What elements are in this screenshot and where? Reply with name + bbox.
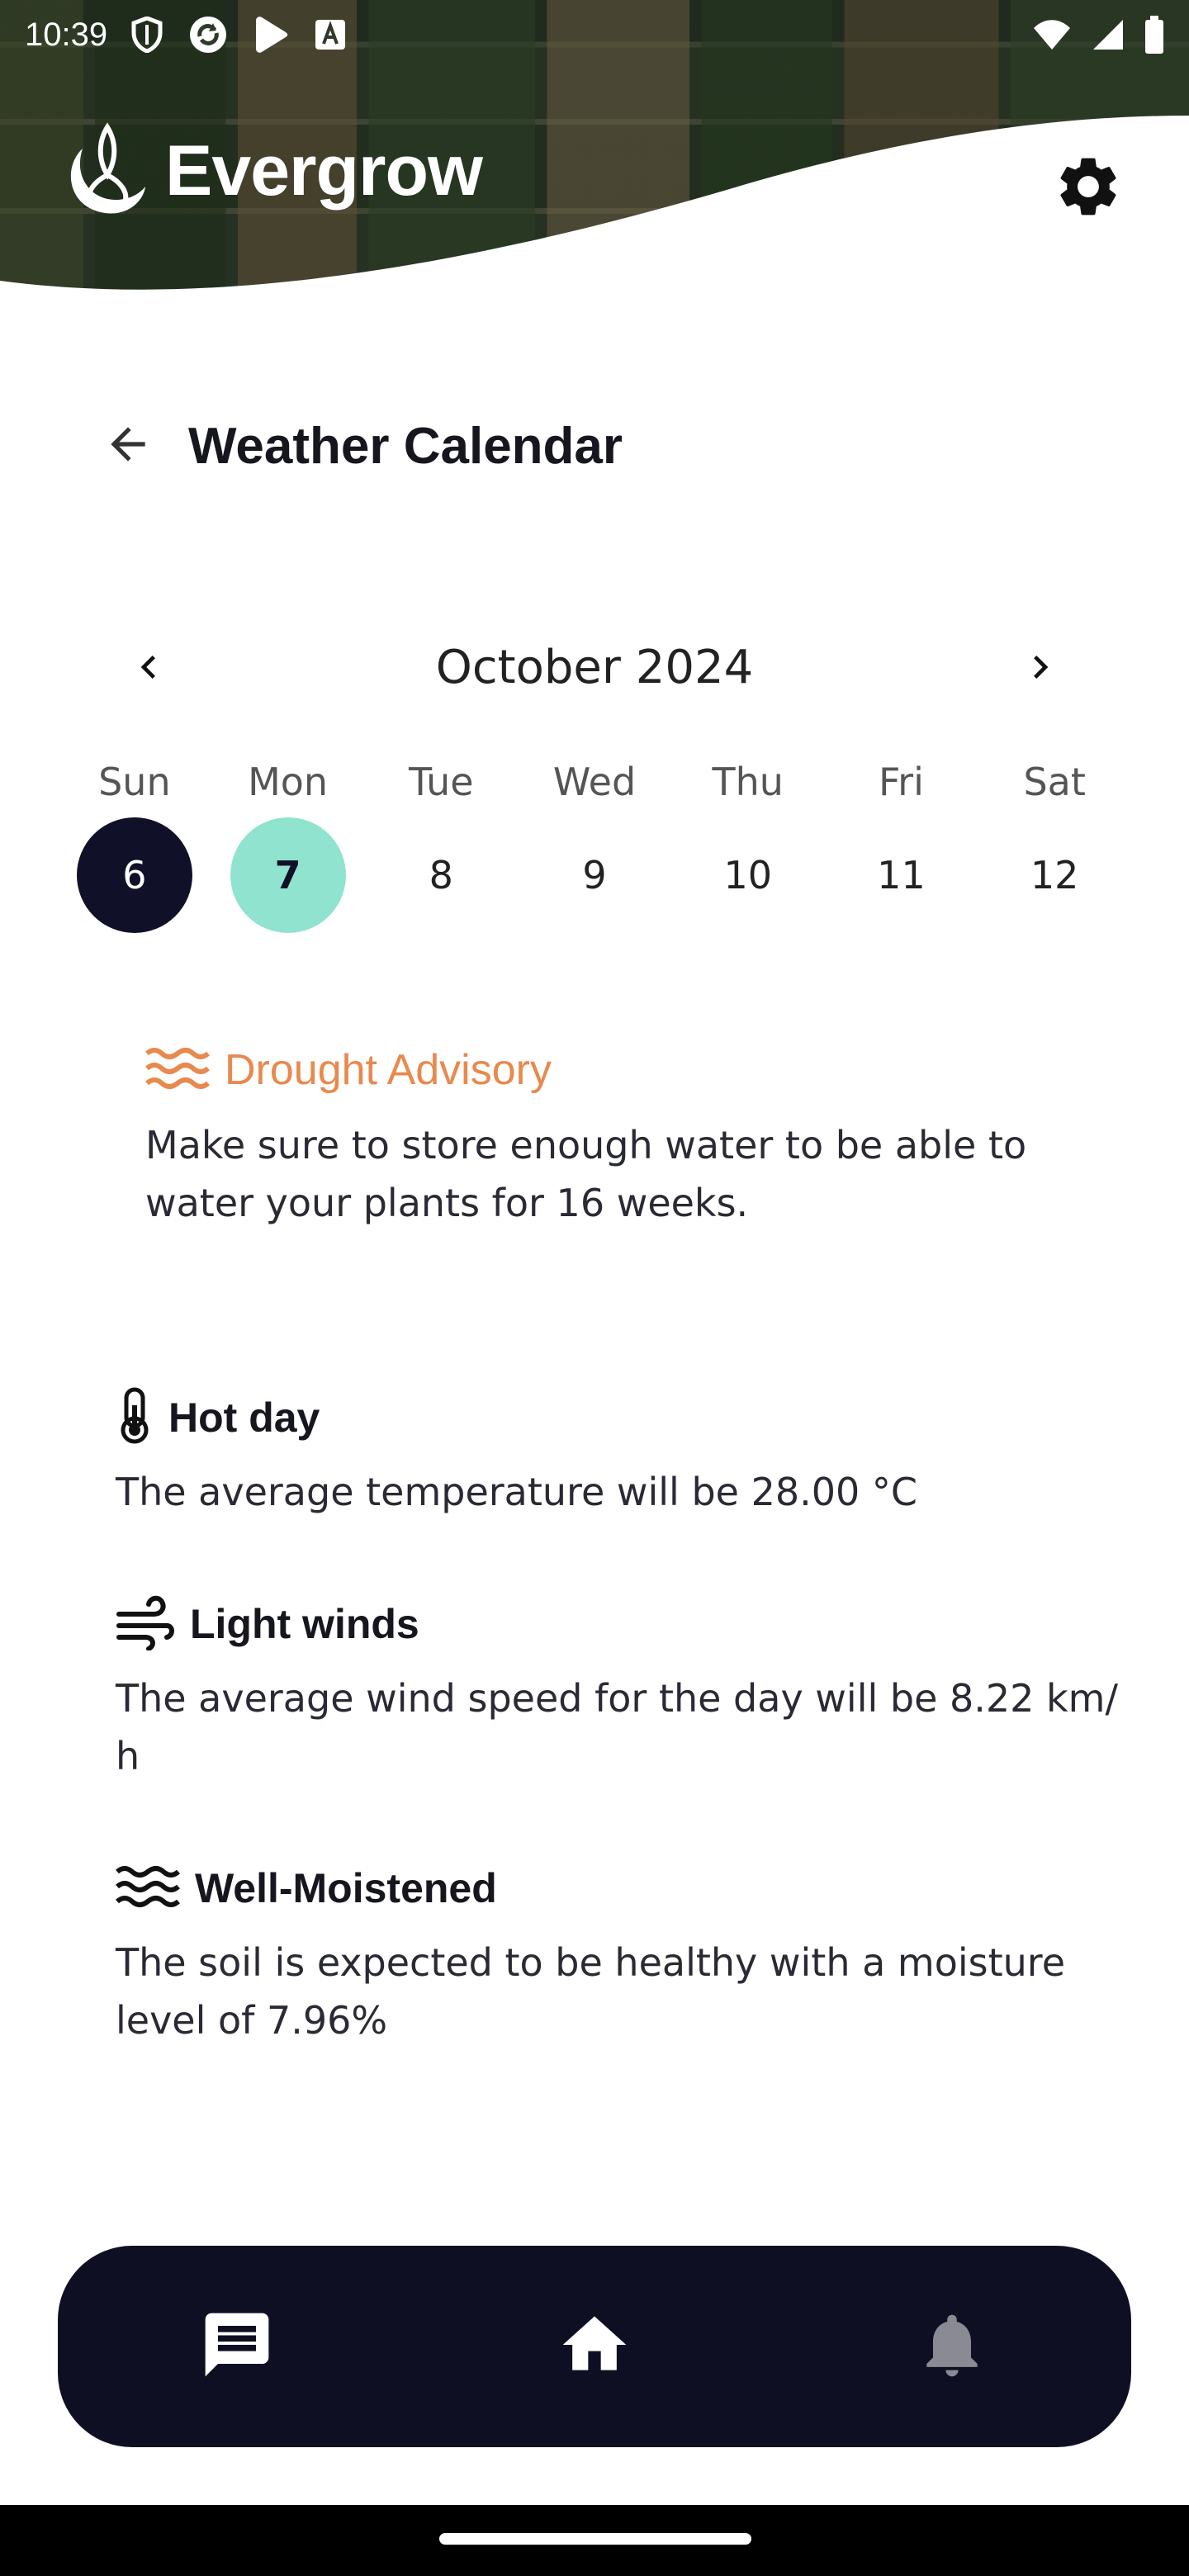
chat-icon [199,2307,275,2386]
calendar-header: October 2024 [116,627,1073,710]
advisory-title: Drought Advisory [225,1046,552,1094]
day-cell[interactable]: 10 [690,817,806,933]
signal-icon [1092,18,1125,51]
arrow-back-icon [102,419,154,473]
evergrow-logo-icon [58,116,149,226]
gesture-handle[interactable] [439,2533,751,2545]
section-title: Well-Moistened [195,1865,497,1911]
weekday-label: Mon [248,760,329,804]
nav-home-button[interactable] [528,2280,661,2413]
wind-icon [116,1594,175,1654]
nav-chat-button[interactable] [171,2280,303,2413]
day-cell[interactable]: 8 [383,817,499,933]
nav-notifications-button[interactable] [886,2280,1018,2413]
weekday-row: Sun Mon Tue Wed Thu Fri Sat [58,760,1131,804]
font-icon [314,18,347,51]
day-cell[interactable]: 12 [997,817,1112,933]
day-cell[interactable]: 11 [843,817,959,933]
weekday-label: Fri [879,760,924,804]
calendar-month-label: October 2024 [435,641,754,694]
brand: Evergrow [58,116,483,226]
day-row: 6 7 8 9 10 11 12 [58,817,1131,933]
waves-icon [145,1045,210,1095]
back-button[interactable] [91,409,165,483]
status-bar: 10:39 [0,0,1189,69]
waves-icon [116,1863,180,1913]
section-title: Light winds [190,1601,419,1647]
section-hot-day: Hot day The average temperature will be … [116,1380,1139,1521]
weekday-label: Sat [1023,760,1086,804]
status-time: 10:39 [25,16,108,53]
weekday-label: Tue [409,760,474,804]
day-cell-selected[interactable]: 6 [76,817,192,933]
weekday-label: Thu [712,760,784,804]
sync-icon [188,15,228,54]
section-light-winds: Light winds The average wind speed for t… [116,1587,1139,1785]
day-cell-today[interactable]: 7 [230,817,346,933]
next-week-button[interactable] [1007,636,1073,702]
section-text: The average wind speed for the day will … [116,1676,1118,1778]
wifi-icon [1032,18,1072,51]
day-cell[interactable]: 9 [537,817,652,933]
drought-advisory: Drought Advisory Make sure to store enou… [145,1037,1078,1232]
title-row: Weather Calendar [91,405,623,487]
settings-button[interactable] [1049,149,1128,228]
section-title: Hot day [168,1395,320,1441]
gear-icon [1053,151,1124,225]
weather-calendar-screen: 10:39 Evergrow Weather Calendar October … [0,0,1189,2576]
shield-icon [130,17,163,53]
home-icon [557,2307,632,2386]
section-text: The soil is expected to be healthy with … [116,1940,1065,2043]
weekday-label: Sun [98,760,171,804]
thermometer-icon [116,1387,154,1448]
bell-icon [914,2307,990,2386]
play-store-icon [253,16,289,54]
header-banner: 10:39 Evergrow [0,0,1189,297]
advisory-text: Make sure to store enough water to be ab… [145,1123,1027,1225]
app-title: Evergrow [165,130,483,211]
section-text: The average temperature will be 28.00 °C [116,1470,918,1514]
page-title: Weather Calendar [188,417,623,475]
section-well-moistened: Well-Moistened The soil is expected to b… [116,1851,1139,2049]
chevron-right-icon [1017,644,1063,694]
bottom-nav [58,2246,1131,2447]
weekday-label: Wed [552,760,637,804]
battery-icon [1144,16,1164,54]
